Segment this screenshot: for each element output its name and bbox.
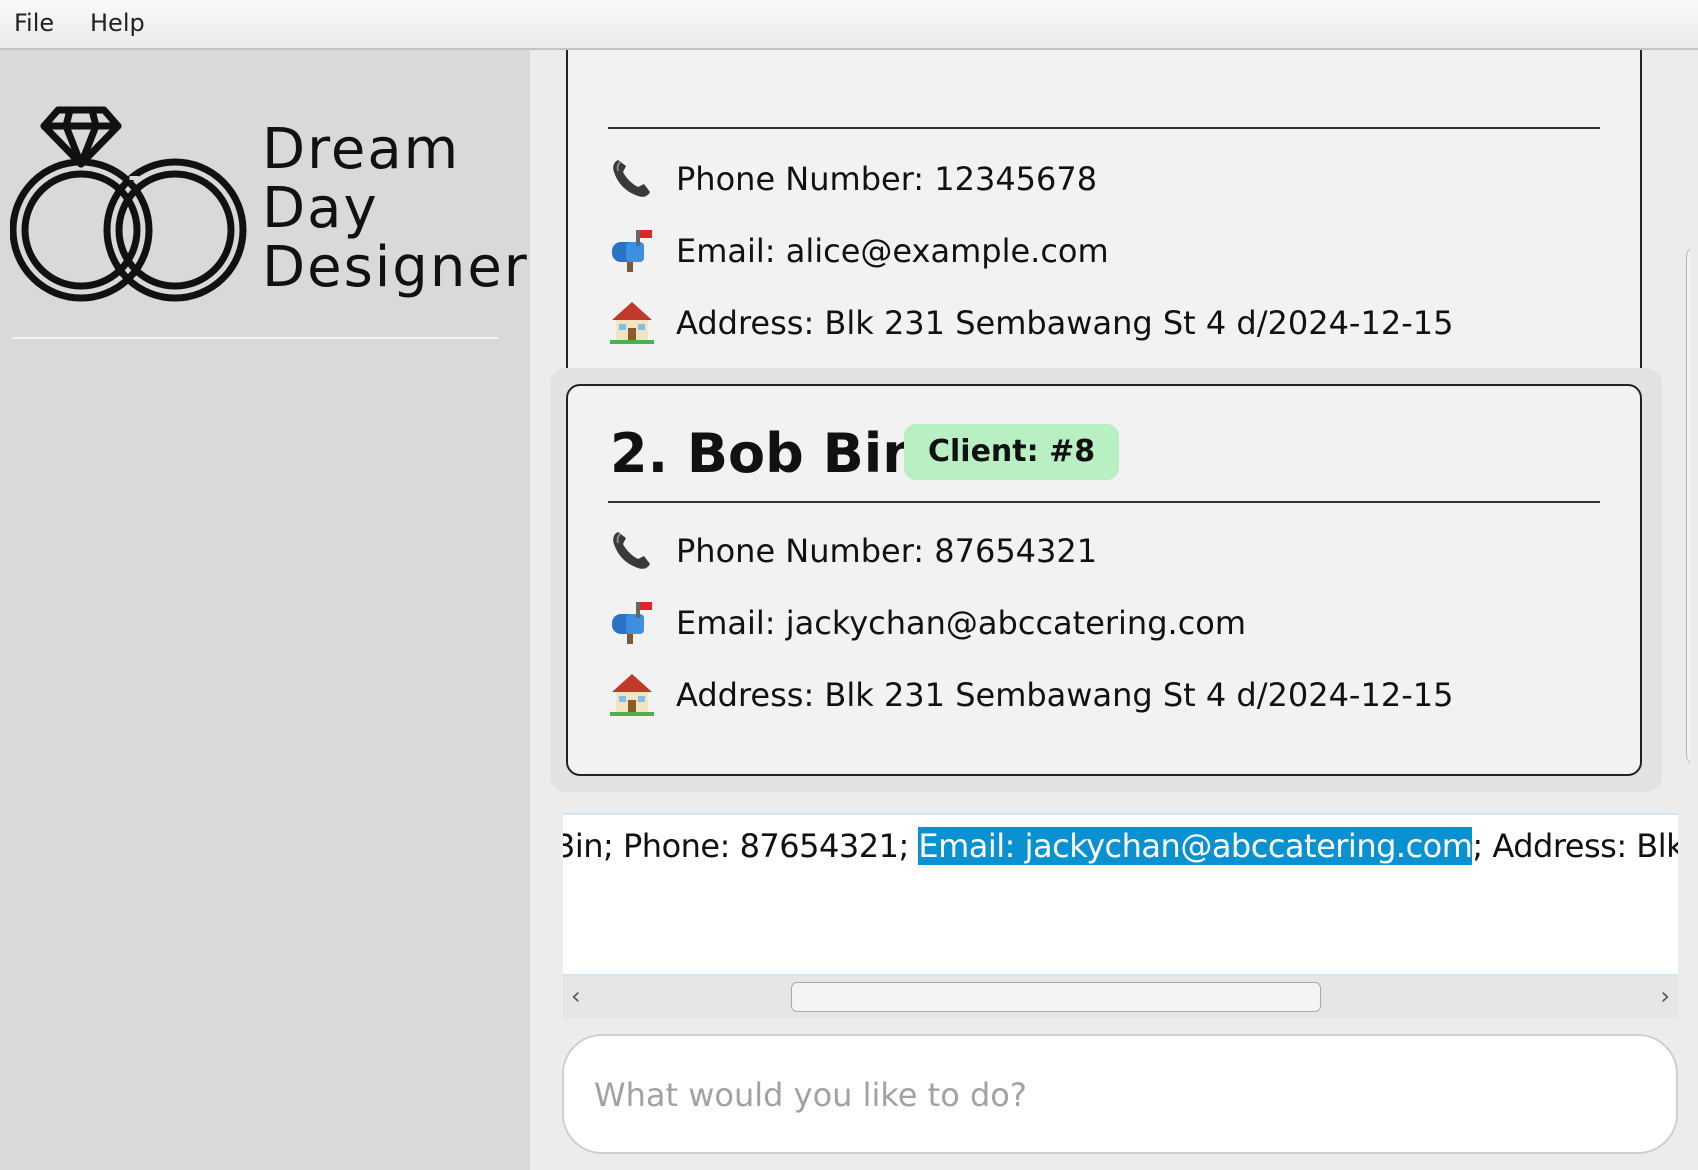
sidebar-divider <box>12 337 498 339</box>
card-divider <box>608 127 1600 129</box>
result-display[interactable]: 3in; Phone: 87654321; Email: jackychan@a… <box>563 813 1678 976</box>
email-label: Email: jackychan@abccatering.com <box>676 604 1247 642</box>
list-vertical-scrollbar[interactable]: ⌃ ⌄ <box>1680 66 1690 794</box>
command-input[interactable] <box>594 1070 1634 1120</box>
phone-icon <box>613 160 650 197</box>
person-card[interactable]: Phone Number: 12345678 Email: alice@exam… <box>566 50 1642 400</box>
house-icon <box>610 674 654 716</box>
address-label: Address: Blk 231 Sembawang St 4 d/2024-1… <box>676 676 1454 714</box>
menu-help[interactable]: Help <box>90 9 145 37</box>
chevron-right-icon[interactable]: › <box>1660 982 1670 1010</box>
person-list[interactable]: Phone Number: 12345678 Email: alice@exam… <box>550 50 1690 795</box>
email-label: Email: alice@example.com <box>676 232 1109 270</box>
brand-line-designer: Designer <box>262 235 529 300</box>
chevron-down-icon[interactable]: ⌄ <box>1686 770 1690 794</box>
scrollbar-thumb[interactable] <box>791 982 1321 1012</box>
rings-logo-icon <box>10 106 247 302</box>
house-icon <box>610 302 654 344</box>
phone-label: Phone Number: 12345678 <box>676 160 1098 198</box>
address-label: Address: Blk 231 Sembawang St 4 d/2024-1… <box>676 304 1454 342</box>
phone-icon <box>613 532 650 569</box>
result-horizontal-scrollbar[interactable]: ‹ › <box>563 976 1678 1018</box>
command-box <box>562 1034 1678 1154</box>
mailbox-icon <box>612 602 652 644</box>
mailbox-icon <box>612 230 652 272</box>
person-card[interactable]: 2. Bob Bin Client: #8 Phone Number: 8765… <box>566 384 1642 776</box>
result-text-selection: Email: jackychan@abccatering.com <box>918 827 1473 865</box>
brand-line-dream: Dream <box>262 117 461 182</box>
scrollbar-thumb[interactable] <box>1686 246 1690 766</box>
person-name: 2. Bob Bin <box>610 422 921 485</box>
brand-line-day: Day <box>262 176 379 241</box>
result-text: 3in; Phone: 87654321; Email: jackychan@a… <box>563 827 1678 865</box>
menu-file[interactable]: File <box>14 9 54 37</box>
result-text-before: 3in; Phone: 87654321; <box>563 827 919 865</box>
menu-bar: File Help <box>0 0 1698 50</box>
client-tag: Client: #8 <box>904 424 1120 480</box>
sidebar: Dream Day Designer <box>0 50 530 1170</box>
chevron-up-icon[interactable]: ⌃ <box>1686 66 1690 90</box>
card-divider <box>608 501 1600 503</box>
result-text-after: ; Address: Blk 231 S <box>1472 827 1678 865</box>
main-panel: Phone Number: 12345678 Email: alice@exam… <box>530 50 1698 1170</box>
chevron-left-icon[interactable]: ‹ <box>571 982 581 1010</box>
phone-label: Phone Number: 87654321 <box>676 532 1098 570</box>
